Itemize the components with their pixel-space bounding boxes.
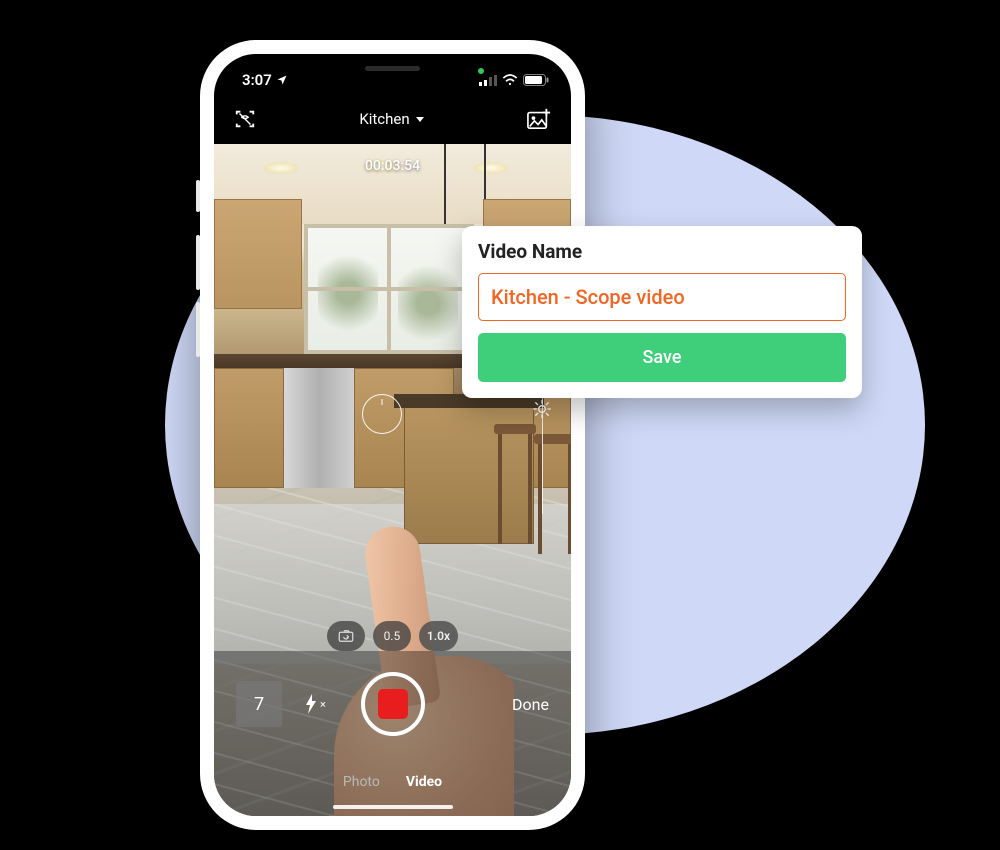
room-selector[interactable]: Kitchen	[359, 110, 423, 128]
wifi-icon	[502, 74, 518, 86]
cellular-signal-icon	[479, 75, 497, 86]
flash-off-x: ×	[320, 698, 326, 711]
volume-up-button	[196, 235, 200, 290]
camera-top-bar: Kitchen	[214, 94, 571, 144]
video-name-input[interactable]	[478, 273, 846, 321]
camera-flip-button[interactable]	[327, 621, 365, 651]
chevron-down-icon	[416, 117, 424, 122]
battery-icon	[523, 74, 549, 86]
phone-screen: 3:07 Kitchen	[214, 54, 571, 816]
camera-control-strip: 7 × Done Photo Video	[214, 651, 571, 816]
volume-down-button	[196, 302, 200, 357]
side-button	[196, 180, 200, 212]
status-time: 3:07	[242, 71, 272, 89]
flash-icon	[304, 694, 318, 714]
video-name-dialog: Video Name Save	[462, 226, 862, 398]
focus-indicator[interactable]	[362, 394, 402, 434]
save-button[interactable]: Save	[478, 333, 846, 382]
location-arrow-icon	[276, 74, 288, 86]
mode-photo[interactable]: Photo	[343, 774, 380, 790]
camera-active-indicator	[478, 68, 484, 74]
add-image-icon[interactable]	[527, 108, 551, 130]
stop-icon	[378, 689, 408, 719]
zoom-wide-button[interactable]: 0.5	[373, 621, 411, 651]
zoom-controls: 0.5 1.0x	[214, 621, 571, 651]
room-title: Kitchen	[359, 110, 409, 128]
recording-timer: 00:03:54	[214, 158, 571, 174]
mode-video[interactable]: Video	[406, 774, 442, 790]
media-count-badge[interactable]: 7	[236, 681, 282, 727]
home-indicator[interactable]	[333, 805, 453, 809]
dialog-title: Video Name	[478, 240, 846, 263]
record-button[interactable]	[361, 672, 425, 736]
flash-toggle[interactable]: ×	[304, 694, 326, 714]
done-button[interactable]: Done	[512, 695, 549, 714]
phone-frame: 3:07 Kitchen	[200, 40, 585, 830]
scan-icon[interactable]	[234, 108, 256, 130]
capture-mode-selector: Photo Video	[214, 774, 571, 790]
zoom-normal-button[interactable]: 1.0x	[419, 621, 458, 651]
notch	[313, 54, 473, 82]
